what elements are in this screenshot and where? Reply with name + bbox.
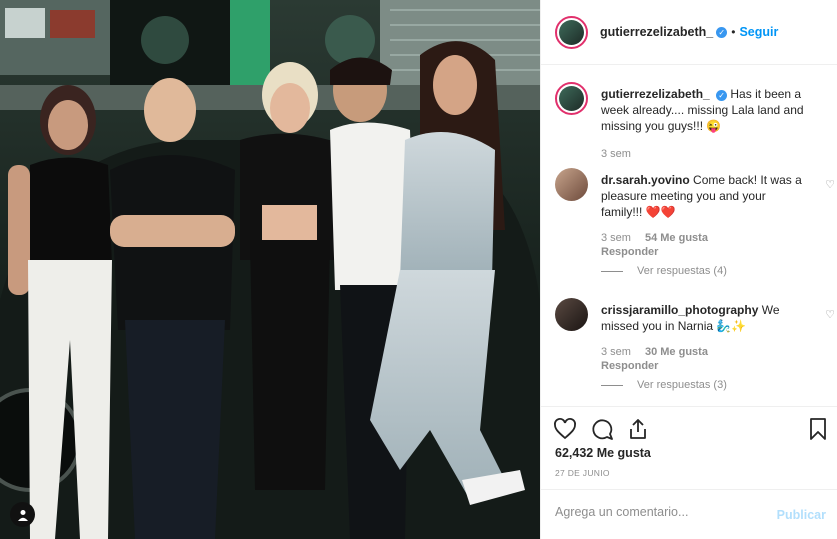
post-date[interactable]: 27 DE JUNIO (555, 468, 610, 478)
publish-comment-button[interactable]: Publicar (777, 508, 826, 522)
comment-likes[interactable]: 54 Me gusta (645, 232, 708, 244)
view-replies-button[interactable]: Ver respuestas (3) (601, 379, 727, 391)
verified-badge-icon: ✓ (716, 26, 728, 38)
caption-meta: 3 sem (601, 148, 631, 160)
comment-username[interactable]: dr.sarah.yovino (601, 173, 690, 187)
bookmark-icon[interactable] (806, 417, 830, 441)
caption-text-block: gutierrezelizabeth_ ✓ Has it been a week… (601, 86, 809, 134)
comment-icon[interactable] (590, 417, 614, 441)
share-icon[interactable] (626, 417, 650, 441)
comment-input[interactable] (555, 505, 755, 519)
comment-like-heart-icon[interactable]: ♡ (825, 178, 835, 191)
user-tag-icon (17, 509, 28, 521)
author-username[interactable]: gutierrezelizabeth_ (600, 25, 713, 39)
caption-row: gutierrezelizabeth_ ✓ Has it been a week… (555, 82, 825, 162)
comment-time[interactable]: 3 sem (601, 232, 631, 244)
caption-verified-badge-icon: ✓ (716, 90, 728, 101)
comment-meta: 3 sem 30 Me gusta (601, 346, 708, 358)
comment-username[interactable]: crissjaramillo_photography (601, 303, 758, 317)
reply-button[interactable]: Responder (601, 360, 658, 372)
view-replies-button[interactable]: Ver respuestas (4) (601, 265, 727, 277)
commenter-avatar[interactable] (555, 168, 588, 201)
comment-text-block: crissjaramillo_photography We missed you… (601, 302, 809, 334)
likes-count[interactable]: 62,432 Me gusta (555, 446, 651, 460)
comment-item: dr.sarah.yovino Come back! It was a plea… (555, 168, 835, 278)
caption-time[interactable]: 3 sem (601, 148, 631, 160)
comment-meta: 3 sem 54 Me gusta (601, 232, 708, 244)
view-replies-label: Ver respuestas (3) (637, 379, 727, 391)
post-photo[interactable] (0, 0, 540, 539)
comment-time[interactable]: 3 sem (601, 346, 631, 358)
replies-divider (601, 270, 623, 272)
add-comment-section: Publicar (541, 489, 837, 539)
commenter-avatar[interactable] (555, 298, 588, 331)
caption-author-avatar[interactable] (555, 82, 588, 115)
tag-user-button[interactable] (10, 502, 35, 527)
comment-like-heart-icon[interactable]: ♡ (825, 308, 835, 321)
comment-text-block: dr.sarah.yovino Come back! It was a plea… (601, 172, 809, 220)
reply-button[interactable]: Responder (601, 246, 658, 258)
comment-reply-row: Responder (601, 246, 658, 258)
comment-likes[interactable]: 30 Me gusta (645, 346, 708, 358)
comments-list: gutierrezelizabeth_ ✓ Has it been a week… (541, 66, 837, 406)
comment-item: crissjaramillo_photography We missed you… (555, 298, 835, 406)
follow-button[interactable]: Seguir (739, 25, 778, 39)
separator-dot: • (731, 25, 736, 39)
heart-icon[interactable] (553, 417, 577, 441)
action-bar (541, 406, 837, 448)
caption-username[interactable]: gutierrezelizabeth_ (601, 87, 710, 101)
comment-reply-row: Responder (601, 360, 658, 372)
author-avatar[interactable] (555, 15, 588, 49)
replies-divider (601, 384, 623, 386)
view-replies-label: Ver respuestas (4) (637, 265, 727, 277)
post-sidebar: gutierrezelizabeth_ ✓ • Seguir gutierrez… (540, 0, 837, 539)
group-photo-image (0, 0, 540, 539)
post-header: gutierrezelizabeth_ ✓ • Seguir (541, 0, 837, 65)
